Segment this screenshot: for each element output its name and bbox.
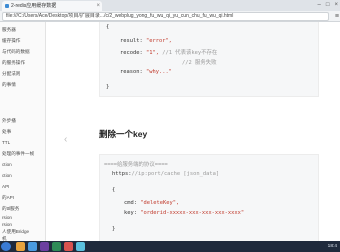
code-key: https: bbox=[112, 171, 132, 177]
taskbar: 18:4 bbox=[0, 241, 340, 252]
browser-menu-icon[interactable]: ≡ bbox=[335, 11, 339, 22]
browser-tab[interactable]: 2-redis应用缓存数据 × bbox=[2, 1, 102, 11]
code-line: https://ip:port/cache [json_data] bbox=[112, 171, 219, 177]
code-string: "deleteKey", bbox=[140, 200, 180, 206]
address-bar-area: file:///C:/Users/Ace/Desktop/项目/扩展目录.../… bbox=[0, 11, 340, 22]
document-content: { result: "error", recode: "1", //1 代表该k… bbox=[47, 22, 340, 241]
code-string: "orderid-xxxxx-xxx-xxx-xxx-xxxx" bbox=[140, 210, 245, 216]
minimize-icon[interactable]: – bbox=[318, 0, 321, 11]
terminal-app-icon[interactable] bbox=[52, 242, 61, 251]
section-heading: 删除一个key bbox=[99, 129, 148, 139]
sidebar-item[interactable]: TTL bbox=[2, 140, 10, 145]
code-key: key: bbox=[124, 210, 141, 216]
sidebar-item[interactable]: rsion bbox=[2, 215, 12, 220]
window-controls: – □ × bbox=[318, 0, 338, 11]
code-comment: //1 代表该key不存在 bbox=[162, 50, 218, 56]
sidebar-item[interactable]: rsion bbox=[2, 222, 12, 227]
code-string: "why..." bbox=[145, 69, 172, 75]
file-explorer-icon[interactable] bbox=[16, 242, 25, 251]
code-url: //ip:port/cache [json_data] bbox=[131, 171, 220, 177]
sidebar-item[interactable]: ction bbox=[2, 162, 12, 167]
tab-title: 2-redis应用缓存数据 bbox=[11, 3, 57, 9]
editor-app-icon[interactable] bbox=[40, 242, 49, 251]
code-key: reason: bbox=[120, 69, 146, 75]
system-clock[interactable]: 18:4 bbox=[328, 241, 337, 252]
sidebar-item[interactable]: 人使用Bridge bbox=[2, 229, 29, 235]
code-line: } bbox=[106, 84, 110, 90]
sidebar-item[interactable]: 服务器 bbox=[2, 27, 16, 33]
code-block-request: ====给服务端的协议==== https://ip:port/cache [j… bbox=[99, 154, 319, 241]
code-line: { bbox=[106, 24, 110, 30]
code-line: key: "orderid-xxxxx-xxx-xxx-xxx-xxxx" bbox=[124, 210, 244, 216]
sidebar-item[interactable]: 与代码的数据 bbox=[2, 49, 30, 55]
code-string: "1", bbox=[145, 50, 163, 56]
start-button-icon[interactable] bbox=[1, 242, 11, 251]
url-input[interactable]: file:///C:/Users/Ace/Desktop/项目/扩展目录.../… bbox=[2, 12, 329, 21]
code-line: { bbox=[112, 187, 116, 193]
code-key: result: bbox=[120, 38, 146, 44]
code-line: reason: "why..." bbox=[120, 69, 172, 75]
sidebar-item[interactable]: 处事 bbox=[2, 129, 11, 135]
code-line: recode: "1", //1 代表该key不存在 bbox=[120, 48, 217, 56]
sidebar-item[interactable]: 的事情 bbox=[2, 82, 16, 88]
sidebar-item[interactable]: 外步播 bbox=[2, 118, 16, 124]
code-line: result: "error", bbox=[120, 38, 172, 44]
code-string: "error", bbox=[145, 38, 172, 44]
browser-app-icon[interactable] bbox=[28, 242, 37, 251]
code-key: cmd: bbox=[124, 200, 141, 206]
close-tab-icon[interactable]: × bbox=[96, 1, 100, 11]
code-block-response: { result: "error", recode: "1", //1 代表该k… bbox=[99, 22, 319, 97]
sidebar-item[interactable]: 缓存操作 bbox=[2, 38, 20, 44]
browser-tab-bar: 2-redis应用缓存数据 × – □ × bbox=[0, 0, 340, 11]
code-comment: //2 服务失败 bbox=[182, 60, 217, 66]
sidebar-item[interactable]: 的API bbox=[2, 195, 14, 201]
sidebar-item[interactable]: 处理的事件一帧 bbox=[2, 151, 34, 157]
sidebar-item[interactable]: API bbox=[2, 184, 9, 189]
previous-section-chevron-icon[interactable]: ‹ bbox=[64, 134, 67, 145]
code-line: cmd: "deleteKey", bbox=[124, 200, 179, 206]
toc-sidebar: 服务器 缓存操作 与代码的数据 的服务操作 分配法则 的事情 外步播 处事 TT… bbox=[0, 22, 46, 241]
sidebar-item[interactable]: 分配法则 bbox=[2, 71, 20, 77]
maximize-icon[interactable]: □ bbox=[326, 0, 330, 11]
url-text: file:///C:/Users/Ace/Desktop/项目/扩展目录.../… bbox=[6, 13, 234, 19]
sidebar-item[interactable]: 的服务操作 bbox=[2, 60, 25, 66]
sidebar-item[interactable]: ction bbox=[2, 173, 12, 178]
sidebar-item[interactable]: 的ttl服务 bbox=[2, 206, 19, 212]
page-favicon-icon bbox=[5, 4, 9, 8]
close-window-icon[interactable]: × bbox=[334, 0, 338, 11]
code-key: recode: bbox=[120, 50, 146, 56]
code-line: } bbox=[112, 226, 116, 232]
media-app-icon[interactable] bbox=[64, 242, 73, 251]
chat-app-icon[interactable] bbox=[76, 242, 85, 251]
code-comment: ====给服务端的协议==== bbox=[104, 162, 168, 168]
